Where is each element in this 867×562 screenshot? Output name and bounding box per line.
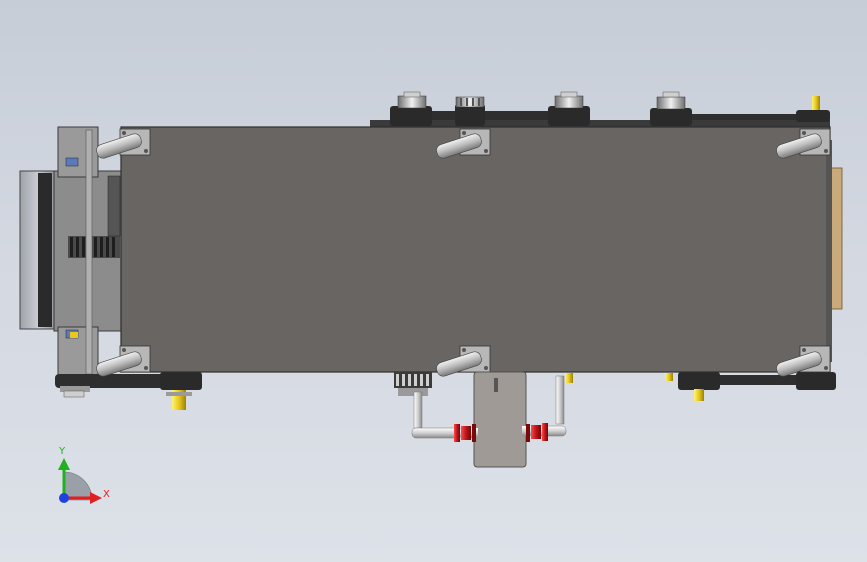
conveyor-right-end-edge	[826, 140, 832, 362]
manifold-plate	[473, 371, 527, 468]
drive-housing-dark-band	[38, 173, 52, 327]
pneumatic-manifold[interactable]	[473, 371, 527, 468]
blue-sensor	[65, 157, 79, 167]
y-axis-label: Y	[58, 446, 66, 457]
pulley-2	[455, 96, 485, 126]
x-axis-arrow-icon	[90, 492, 102, 504]
bottom-pulley-right-b	[796, 372, 836, 390]
cad-viewport[interactable]: Y X	[0, 0, 867, 562]
pipe-right-vertical	[555, 375, 565, 425]
z-axis-dot-icon	[59, 493, 69, 503]
bottom-yellow-right	[694, 389, 704, 401]
x-axis-label: X	[103, 489, 110, 500]
bottom-pulley-mid-left	[160, 372, 202, 390]
conveyor-top-plate[interactable]	[120, 126, 831, 373]
drive-shaft	[85, 129, 93, 375]
bottom-belt-assembly[interactable]	[55, 372, 836, 410]
manifold-slot	[494, 378, 498, 392]
bracket-top-left[interactable]	[95, 128, 151, 160]
valve-left[interactable]	[454, 424, 476, 442]
pipe-left-vertical	[413, 391, 423, 429]
pulley-1	[390, 91, 432, 126]
y-axis-arrow-icon	[58, 458, 70, 470]
lower-center-gear	[394, 372, 432, 396]
bottom-yellow-small	[665, 373, 673, 381]
coordinate-triad: Y X	[58, 446, 110, 504]
top-right-yellow-post	[796, 96, 830, 122]
drive-yellow-tab	[70, 332, 78, 338]
side-rail-inner	[107, 175, 121, 237]
pulley-3	[548, 91, 590, 126]
bottom-yellow-mid	[565, 373, 573, 383]
left-drive-unit[interactable]	[19, 126, 123, 376]
valve-right[interactable]	[526, 423, 548, 442]
bracket-bottom-left[interactable]	[95, 345, 151, 378]
pulley-4	[650, 91, 692, 126]
bottom-pulley-left-hub	[63, 390, 85, 398]
bottom-pulley-right-a	[678, 372, 720, 390]
bottom-yellow-left-collar	[166, 392, 192, 396]
top-belt-assembly[interactable]	[370, 91, 830, 128]
